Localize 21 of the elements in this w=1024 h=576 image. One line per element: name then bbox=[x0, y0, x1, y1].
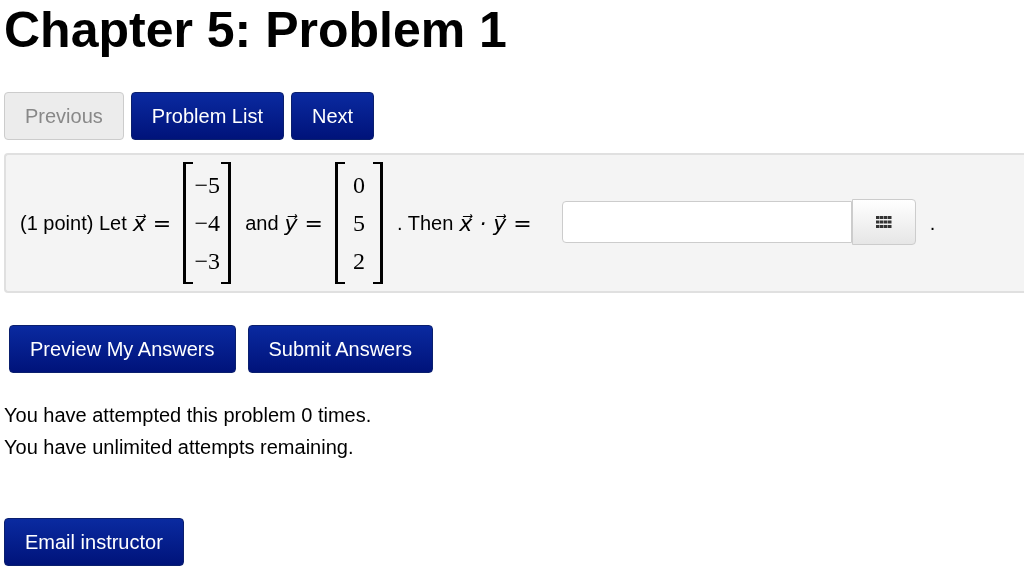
attempts-message: You have attempted this problem 0 times. bbox=[4, 403, 373, 428]
vector-entry: −5 bbox=[194, 171, 220, 200]
math-expression: x⃗ · y⃗ = bbox=[459, 210, 532, 236]
vector-entry: 5 bbox=[353, 209, 365, 238]
attempts-message: You have unlimited attempts remaining. bbox=[4, 435, 355, 460]
problem-text: and bbox=[245, 211, 279, 235]
vector-entry: −4 bbox=[194, 209, 220, 238]
vector-entry: −3 bbox=[194, 247, 220, 276]
vector-entry: 0 bbox=[353, 171, 365, 200]
vector-entry: 2 bbox=[353, 247, 365, 276]
answer-button[interactable]: Preview My Answers bbox=[9, 325, 236, 373]
math-expression: x⃗ = bbox=[132, 210, 172, 236]
problem-text: . bbox=[929, 211, 936, 235]
answer-button[interactable]: Submit Answers bbox=[247, 325, 433, 373]
nav-button[interactable]: Next bbox=[290, 92, 375, 140]
problem-text: (1 point) Let bbox=[20, 211, 127, 235]
email-button[interactable]: Email instructor bbox=[4, 518, 184, 566]
math-expression: y⃗ = bbox=[284, 210, 323, 236]
problem-text: . Then bbox=[397, 211, 454, 235]
nav-button[interactable]: Problem List bbox=[130, 92, 284, 140]
page-title: Chapter 5: Problem 1 bbox=[4, 1, 508, 58]
